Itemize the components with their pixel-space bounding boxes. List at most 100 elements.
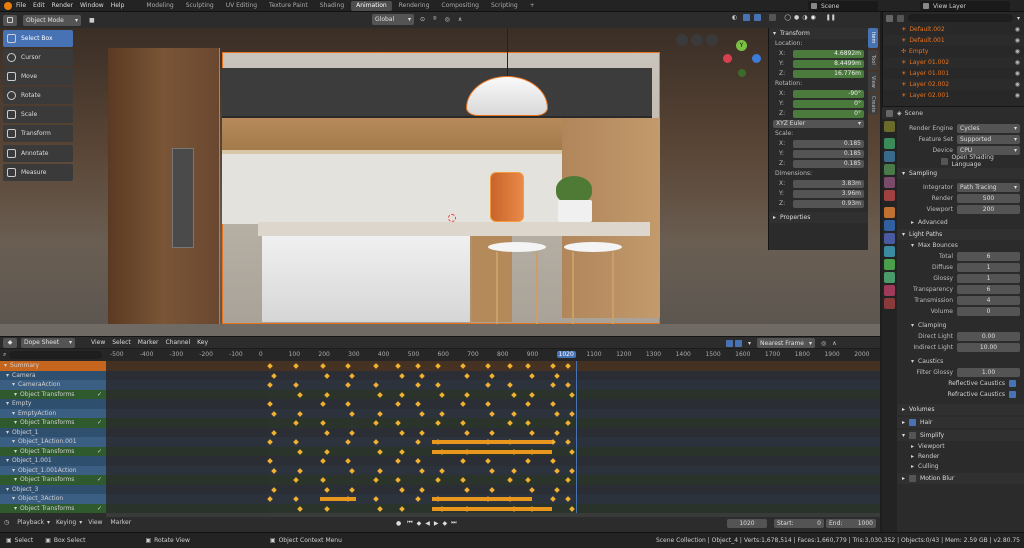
tool-rotate[interactable]: Rotate	[3, 87, 73, 104]
menu-file[interactable]: File	[16, 2, 26, 9]
proportional-icon[interactable]: ◎	[445, 16, 450, 23]
simplify-section[interactable]: ▾ Simplify	[897, 430, 1024, 441]
modifier-properties-icon[interactable]	[884, 220, 895, 231]
hair-section[interactable]: ▸ Hair	[897, 417, 1024, 428]
channel-lock-icon[interactable]: ✓	[97, 419, 102, 426]
properties-panel-header[interactable]: ▸ Properties	[769, 212, 868, 223]
reflective-caustics-checkbox[interactable]	[1009, 379, 1016, 387]
chevron-down-icon[interactable]: ▾	[6, 372, 9, 379]
total-bounces-field[interactable]: 6	[957, 251, 1020, 261]
current-frame-field[interactable]: 1020	[727, 519, 767, 528]
menu-keying[interactable]: Keying	[56, 519, 76, 526]
visibility-icon[interactable]: ◐	[732, 14, 737, 21]
outliner-row[interactable]: ☀ Layer 01.002 ◉	[883, 57, 1024, 68]
channel-row[interactable]: ▾ Object_3	[0, 484, 106, 494]
properties-editor-icon[interactable]	[886, 109, 893, 117]
tool-scale[interactable]: Scale	[3, 106, 73, 123]
material-shading-icon[interactable]: ◑	[802, 14, 807, 21]
simplify-viewport-subsection[interactable]: ▸ Viewport	[897, 441, 1024, 451]
channel-row[interactable]: ▾ Object Transforms ✓	[0, 446, 106, 456]
3d-viewport[interactable]: Y	[0, 28, 880, 336]
channel-row[interactable]: ▾ Object_1	[0, 427, 106, 437]
tab-modeling[interactable]: Modeling	[141, 1, 178, 11]
pan-view-icon[interactable]	[691, 34, 703, 46]
tab-compositing[interactable]: Compositing	[436, 1, 484, 11]
add-workspace-button[interactable]: +	[525, 1, 540, 11]
chevron-down-icon[interactable]: ▾	[14, 505, 17, 512]
tab-sculpting[interactable]: Sculpting	[181, 1, 219, 11]
dimensions-y-field[interactable]: 3.96m	[793, 189, 864, 198]
visibility-eye-icon[interactable]: ◉	[1015, 81, 1020, 88]
motion-blur-section[interactable]: ▸ Motion Blur	[897, 473, 1024, 484]
channel-row[interactable]: ▾ Object_1.001	[0, 456, 106, 466]
snap-icon[interactable]: ⌾	[433, 15, 437, 23]
navigation-gizmo[interactable]: Y	[722, 40, 762, 80]
feature-set-dropdown[interactable]: Supported ▾	[957, 134, 1020, 144]
light-paths-section[interactable]: ▾ Light Paths	[897, 229, 1024, 240]
channel-row[interactable]: ▾ EmptyAction	[0, 408, 106, 418]
falloff-icon[interactable]: ∧	[458, 16, 462, 23]
location-x-field[interactable]: 4.6892m	[793, 49, 864, 58]
scale-z-field[interactable]: 0.185	[793, 159, 864, 168]
overlay-toggle-icon[interactable]	[754, 14, 762, 21]
location-z-field[interactable]: 16.776m	[793, 69, 864, 78]
tool-cursor[interactable]: Cursor	[3, 49, 73, 66]
jump-start-icon[interactable]: ⏮	[407, 519, 412, 527]
tab-item[interactable]: Item	[868, 28, 878, 48]
caustics-subsection[interactable]: ▾ Caustics	[897, 356, 1024, 366]
channel-lock-icon[interactable]: ✓	[97, 391, 102, 398]
record-icon[interactable]: ●	[396, 520, 401, 527]
tab-view[interactable]: View	[868, 72, 878, 92]
rendered-shading-icon[interactable]: ◉	[810, 14, 815, 21]
only-selected-icon[interactable]	[726, 339, 733, 347]
hair-checkbox[interactable]	[909, 419, 917, 426]
tab-tool[interactable]: Tool	[868, 50, 878, 70]
orientation-dropdown[interactable]: Global ▾	[372, 14, 414, 25]
outliner-search-input[interactable]	[908, 14, 1013, 22]
simplify-checkbox[interactable]	[909, 432, 917, 439]
falloff-icon[interactable]: ∧	[832, 340, 836, 347]
chevron-down-icon[interactable]: ▾	[4, 362, 7, 369]
render-properties-icon[interactable]	[884, 138, 895, 149]
location-y-field[interactable]: 8.4499m	[793, 59, 864, 68]
xray-icon[interactable]	[769, 14, 777, 21]
menu-view[interactable]: View	[91, 339, 105, 346]
menu-playback[interactable]: Playback	[17, 519, 44, 526]
material-properties-icon[interactable]	[884, 285, 895, 296]
channel-row[interactable]: ▾ Object_1Action.001	[0, 437, 106, 447]
channel-row[interactable]: ▾ Camera	[0, 370, 106, 380]
chevron-down-icon[interactable]: ▾	[12, 438, 15, 445]
scene-selector[interactable]: Scene	[808, 1, 878, 11]
show-hidden-icon[interactable]	[735, 339, 742, 347]
sampling-section[interactable]: ▾ Sampling	[897, 168, 1024, 179]
tool-measure[interactable]: Measure	[3, 164, 73, 181]
gizmo-x-axis[interactable]	[723, 54, 732, 63]
view-layer-selector[interactable]: View Layer	[920, 1, 1010, 11]
tab-animation[interactable]: Animation	[351, 0, 392, 11]
dimensions-x-field[interactable]: 3.83m	[793, 179, 864, 188]
tab-uv-editing[interactable]: UV Editing	[221, 1, 262, 11]
render-engine-dropdown[interactable]: Cycles ▾	[957, 123, 1020, 133]
current-frame-indicator[interactable]: 1020	[556, 351, 576, 358]
tab-create[interactable]: Create	[868, 94, 878, 114]
rotation-mode-dropdown[interactable]: XYZ Euler ▾	[773, 119, 864, 128]
outliner-icon[interactable]	[886, 14, 893, 22]
world-properties-icon[interactable]	[884, 190, 895, 201]
rotation-x-field[interactable]: -90°	[793, 89, 864, 98]
menu-view[interactable]: View	[88, 519, 102, 526]
view-layer-properties-icon[interactable]	[884, 164, 895, 175]
visibility-eye-icon[interactable]: ◉	[1015, 48, 1020, 55]
particles-properties-icon[interactable]	[884, 233, 895, 244]
channel-lock-icon[interactable]: ✓	[97, 448, 102, 455]
channel-lock-icon[interactable]: ✓	[97, 505, 102, 512]
filter-glossy-field[interactable]: 1.00	[957, 367, 1020, 377]
dimensions-z-field[interactable]: 0.93m	[793, 199, 864, 208]
tool-move[interactable]: Move	[3, 68, 73, 85]
osl-checkbox[interactable]	[941, 157, 948, 165]
jump-next-key-icon[interactable]: ◆	[443, 520, 448, 527]
scale-x-field[interactable]: 0.185	[793, 139, 864, 148]
outliner-row[interactable]: ✣ Empty ◉	[883, 46, 1024, 57]
channel-row[interactable]: ▾ Object Transforms ✓	[0, 475, 106, 485]
filter-icon[interactable]: ▾	[748, 340, 751, 347]
menu-view-icon[interactable]: ■	[89, 17, 95, 24]
